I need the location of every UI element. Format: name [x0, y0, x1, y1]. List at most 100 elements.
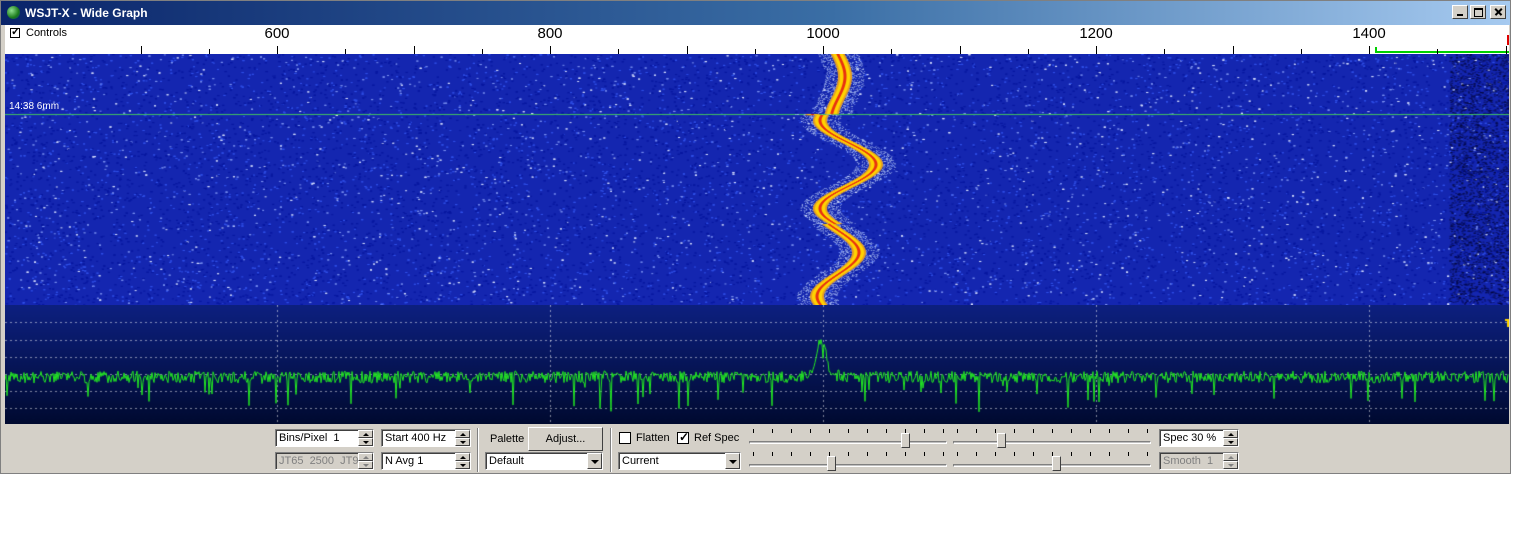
- slider-tick: [772, 452, 773, 456]
- scale-tick: [550, 46, 551, 54]
- slider-tick: [1128, 452, 1129, 456]
- slider-thumb[interactable]: [1051, 456, 1061, 471]
- slider-tick: [1033, 452, 1034, 456]
- navg-value: N Avg 1: [385, 455, 424, 467]
- spec-percent-value: Spec 30 %: [1163, 432, 1217, 444]
- start-freq-arrows[interactable]: [455, 430, 470, 446]
- mode-info-value: JT65 2500 JT9: [279, 455, 359, 467]
- palette-label: Palette: [490, 433, 525, 445]
- separator: [610, 428, 612, 472]
- scale-tick: [1232, 46, 1234, 54]
- tx-freq-marker: [1375, 51, 1509, 53]
- title-bar[interactable]: WSJT-X - Wide Graph: [1, 1, 1510, 25]
- tx-freq-marker-left: [1375, 47, 1377, 53]
- bins-per-pixel-spinbox[interactable]: Bins/Pixel 1: [275, 429, 374, 447]
- controls-check-icon[interactable]: [10, 25, 20, 38]
- start-freq-spinbox[interactable]: Start 400 Hz: [381, 429, 471, 447]
- bins-per-pixel-value: Bins/Pixel 1: [279, 432, 340, 444]
- spin-down-icon[interactable]: [358, 438, 373, 446]
- controls-checkbox-label: Controls: [26, 27, 67, 39]
- chevron-down-icon[interactable]: [587, 453, 602, 469]
- flatten-checkbox[interactable]: Flatten: [619, 432, 670, 444]
- spin-up-icon: [358, 453, 373, 461]
- window-buttons: [1452, 5, 1506, 19]
- slider-thumb[interactable]: [996, 433, 1006, 448]
- scale-label-1200: 1200: [1079, 25, 1113, 42]
- slider-tick: [995, 452, 996, 456]
- scale-tick: [1505, 46, 1507, 54]
- slider-tick: [943, 452, 944, 456]
- slider-tick: [1147, 429, 1148, 433]
- slider-tick: [886, 429, 887, 433]
- spin-up-icon[interactable]: [358, 430, 373, 438]
- zero-slider[interactable]: [953, 427, 1151, 449]
- slider-tick: [810, 452, 811, 456]
- bins-per-pixel-arrows[interactable]: [358, 430, 373, 446]
- spec-percent-spinbox[interactable]: Spec 30 %: [1159, 429, 1239, 447]
- spin-down-icon[interactable]: [1223, 438, 1238, 446]
- spin-up-icon[interactable]: [455, 453, 470, 461]
- spin-up-icon[interactable]: [1223, 430, 1238, 438]
- gain-slider[interactable]: [749, 427, 947, 449]
- smooth-arrows: [1223, 453, 1238, 469]
- slider-tick: [957, 429, 958, 433]
- maximize-button[interactable]: [1470, 5, 1486, 19]
- mode-info-arrows: [358, 453, 373, 469]
- slider-tick: [1071, 429, 1072, 433]
- spin-down-icon[interactable]: [455, 438, 470, 446]
- slider-thumb[interactable]: [826, 456, 836, 471]
- waterfall-display[interactable]: [5, 54, 1509, 305]
- slider-tick: [1128, 429, 1129, 433]
- palette-select-value: Default: [489, 455, 524, 467]
- slider-tick: [867, 452, 868, 456]
- spectrum-display[interactable]: [5, 305, 1509, 424]
- slider-tick: [829, 429, 830, 433]
- spin-down-icon[interactable]: [455, 461, 470, 469]
- close-button[interactable]: [1490, 5, 1506, 19]
- spec-percent-arrows[interactable]: [1223, 430, 1238, 446]
- slider-tick: [810, 429, 811, 433]
- scale-label-800: 800: [537, 25, 563, 42]
- refspec-check-icon[interactable]: [677, 430, 689, 444]
- slider-tick: [957, 452, 958, 456]
- flatten-check-icon[interactable]: [619, 432, 631, 444]
- adjust-button[interactable]: Adjust...: [528, 427, 603, 451]
- separator: [477, 428, 479, 472]
- window-title: WSJT-X - Wide Graph: [25, 6, 148, 20]
- slider-tick: [1147, 452, 1148, 456]
- spectrum-type-select[interactable]: Current: [618, 452, 741, 470]
- slider-groove[interactable]: [749, 464, 947, 467]
- slider-tick: [1033, 429, 1034, 433]
- spectrum-zero-slider[interactable]: [953, 450, 1151, 472]
- slider-tick: [772, 429, 773, 433]
- slider-tick: [848, 452, 849, 456]
- slider-groove[interactable]: [749, 441, 947, 444]
- slider-groove[interactable]: [953, 441, 1151, 444]
- slider-tick: [1090, 429, 1091, 433]
- navg-spinbox[interactable]: N Avg 1: [381, 452, 471, 470]
- slider-tick: [753, 452, 754, 456]
- spin-up-icon[interactable]: [455, 430, 470, 438]
- spin-up-icon: [1223, 453, 1238, 461]
- waterfall-time-label: 14:38 6mm: [9, 101, 60, 112]
- smooth-spinbox: Smooth 1: [1159, 452, 1239, 470]
- refspec-checkbox[interactable]: Ref Spec: [677, 430, 739, 444]
- scale-tick: [959, 46, 961, 54]
- slider-thumb[interactable]: [901, 433, 910, 448]
- chevron-down-icon[interactable]: [725, 453, 740, 469]
- spectrum-gain-slider[interactable]: [749, 450, 947, 472]
- scale-label-600: 600: [264, 25, 290, 42]
- slider-tick: [753, 429, 754, 433]
- scale-tick: [686, 46, 688, 54]
- minimize-button[interactable]: [1452, 5, 1468, 19]
- controls-checkbox[interactable]: Controls: [10, 25, 67, 39]
- navg-arrows[interactable]: [455, 453, 470, 469]
- scale-tick: [1369, 46, 1370, 54]
- rx-freq-marker: [1507, 35, 1509, 45]
- slider-tick: [1014, 452, 1015, 456]
- palette-select[interactable]: Default: [485, 452, 603, 470]
- frequency-scale[interactable]: Controls 600 800 1000 1200 1400: [5, 25, 1509, 54]
- slider-tick: [791, 452, 792, 456]
- scale-label-1400: 1400: [1352, 25, 1386, 42]
- slider-tick: [1109, 452, 1110, 456]
